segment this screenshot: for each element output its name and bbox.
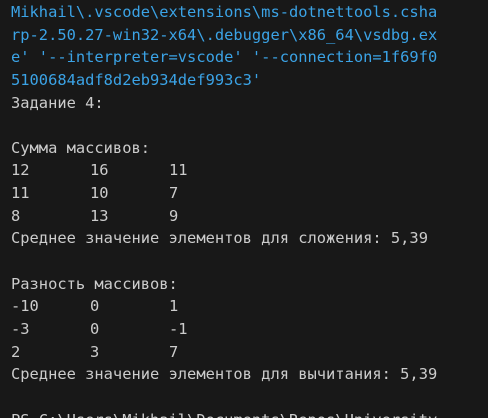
sum-cell: 16 <box>90 161 109 180</box>
command-line-3: e' '--interpreter=vscode' '--connection=… <box>11 48 438 67</box>
diff-row: -10 0 1 <box>11 295 488 318</box>
diff-cell: -1 <box>169 319 188 338</box>
diff-row: -3 0 -1 <box>11 318 488 341</box>
sum-title: Сумма массивов: <box>11 138 150 157</box>
diff-cell: 0 <box>90 297 100 316</box>
sum-cell: 11 <box>11 184 30 203</box>
diff-cell: -10 <box>11 297 39 316</box>
diff-cell: 2 <box>11 342 21 361</box>
sum-row: 8 13 9 <box>11 205 488 228</box>
diff-row: 2 3 7 <box>11 341 488 364</box>
diff-cell: 1 <box>169 297 179 316</box>
sum-row: 12 16 11 <box>11 159 488 182</box>
diff-cell: 3 <box>90 342 100 361</box>
sum-average: Среднее значение элементов для сложения:… <box>11 229 428 248</box>
task-title: Задание 4: <box>11 93 104 112</box>
sum-cell: 12 <box>11 161 30 180</box>
shell-prompt[interactable]: PS C:\Users\Mikhail\Documents\Repos\Univ… <box>11 409 488 418</box>
sum-row: 11 10 7 <box>11 182 488 205</box>
diff-average: Среднее значение элементов для вычитания… <box>11 365 438 384</box>
terminal-panel[interactable]: Mikhail\.vscode\extensions\ms-dotnettool… <box>0 0 488 418</box>
diff-cell: 0 <box>90 319 100 338</box>
sum-cell: 11 <box>169 161 188 180</box>
diff-cell: -3 <box>11 319 30 338</box>
diff-title: Разность массивов: <box>11 274 178 293</box>
sum-cell: 8 <box>11 206 21 225</box>
command-line-2: rp-2.50.27-win32-x64\.debugger\x86_64\vs… <box>11 25 438 44</box>
command-line-4: 5100684adf8d2eb934def993c3' <box>11 70 262 89</box>
sum-cell: 7 <box>169 184 179 203</box>
sum-cell: 10 <box>90 184 109 203</box>
diff-cell: 7 <box>169 342 179 361</box>
sum-cell: 9 <box>169 206 179 225</box>
sum-cell: 13 <box>90 206 109 225</box>
command-line-1: Mikhail\.vscode\extensions\ms-dotnettool… <box>11 3 438 21</box>
